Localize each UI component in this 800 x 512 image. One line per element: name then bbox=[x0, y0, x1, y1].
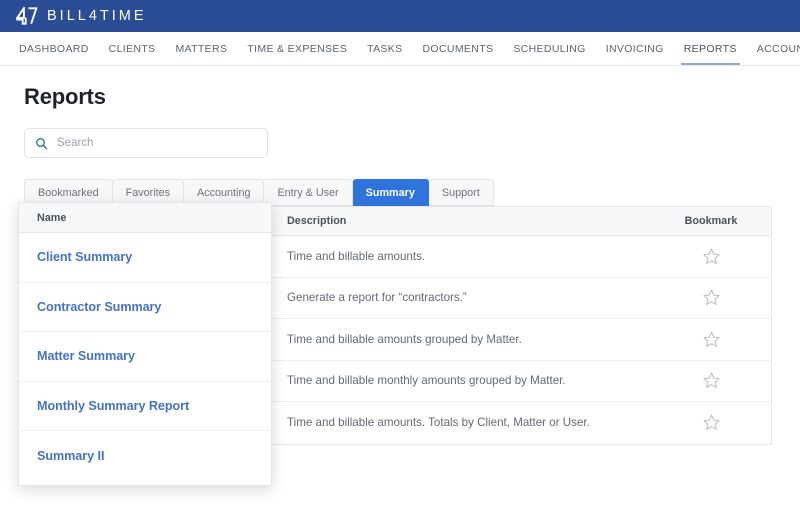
bill4time-47-logo-icon bbox=[16, 7, 38, 25]
star-outline-icon[interactable] bbox=[702, 371, 721, 390]
list-item[interactable]: Matter Summary bbox=[19, 332, 271, 382]
row-bookmark-cell bbox=[651, 413, 771, 432]
list-item[interactable]: Client Summary bbox=[19, 233, 271, 283]
app-logo[interactable]: BILL4TIME bbox=[16, 7, 147, 25]
list-item[interactable]: Monthly Summary Report bbox=[19, 382, 271, 431]
reports-page: BILL4TIME DASHBOARD CLIENTS MATTERS TIME… bbox=[0, 0, 800, 512]
star-outline-icon[interactable] bbox=[702, 413, 721, 432]
brand-header-bar: BILL4TIME bbox=[0, 0, 800, 32]
page-title: Reports bbox=[24, 84, 106, 109]
tab-summary[interactable]: Summary bbox=[352, 179, 429, 206]
column-header-bookmark: Bookmark bbox=[684, 215, 738, 227]
row-bookmark-cell bbox=[651, 330, 771, 349]
row-bookmark-cell bbox=[651, 288, 771, 307]
nav-item-matters[interactable]: MATTERS bbox=[165, 32, 237, 65]
report-link-matter-summary[interactable]: Matter Summary bbox=[37, 349, 135, 363]
row-bookmark-cell bbox=[651, 371, 771, 390]
tab-entry-user[interactable]: Entry & User bbox=[264, 179, 353, 206]
star-outline-icon[interactable] bbox=[702, 330, 721, 349]
star-outline-icon[interactable] bbox=[702, 288, 721, 307]
nav-item-documents[interactable]: DOCUMENTS bbox=[413, 32, 504, 65]
search-icon bbox=[36, 137, 48, 149]
app-logo-text: BILL4TIME bbox=[47, 7, 147, 24]
report-link-summary-ii[interactable]: Summary II bbox=[37, 449, 104, 463]
column-header-name: Name bbox=[37, 211, 67, 224]
nav-item-scheduling[interactable]: SCHEDULING bbox=[503, 32, 595, 65]
nav-item-tasks[interactable]: TASKS bbox=[357, 32, 412, 65]
nav-item-clients[interactable]: CLIENTS bbox=[99, 32, 166, 65]
report-link-client-summary[interactable]: Client Summary bbox=[37, 250, 132, 264]
search-input[interactable] bbox=[57, 137, 257, 149]
row-description-cell: Time and billable amounts. Totals by Cli… bbox=[287, 416, 590, 430]
name-panel-header: Name bbox=[19, 203, 271, 233]
nav-item-accounting[interactable]: ACCOUNTING bbox=[747, 32, 800, 65]
list-item[interactable]: Contractor Summary bbox=[19, 283, 271, 332]
report-link-contractor-summary[interactable]: Contractor Summary bbox=[37, 300, 161, 314]
nav-item-invoicing[interactable]: INVOICING bbox=[596, 32, 674, 65]
star-outline-icon[interactable] bbox=[702, 247, 721, 266]
report-name-panel: Name Client Summary Contractor Summary M… bbox=[18, 202, 272, 486]
row-description-cell: Time and billable monthly amounts groupe… bbox=[287, 374, 566, 388]
row-description-cell: Time and billable amounts. bbox=[287, 249, 426, 263]
report-link-monthly-summary-report[interactable]: Monthly Summary Report bbox=[37, 399, 189, 413]
nav-item-dashboard[interactable]: DASHBOARD bbox=[9, 32, 99, 65]
nav-item-reports[interactable]: REPORTS bbox=[674, 32, 747, 65]
search-box[interactable] bbox=[24, 128, 268, 158]
tab-support[interactable]: Support bbox=[428, 179, 494, 206]
column-header-description: Description bbox=[287, 215, 347, 227]
row-bookmark-cell bbox=[651, 247, 771, 266]
row-description-cell: Generate a report for “contractors.” bbox=[287, 291, 467, 305]
main-navigation: DASHBOARD CLIENTS MATTERS TIME & EXPENSE… bbox=[0, 32, 800, 66]
row-description-cell: Time and billable amounts grouped by Mat… bbox=[287, 332, 522, 346]
nav-item-time-expenses[interactable]: TIME & EXPENSES bbox=[237, 32, 357, 65]
list-item[interactable]: Summary II bbox=[19, 431, 271, 481]
